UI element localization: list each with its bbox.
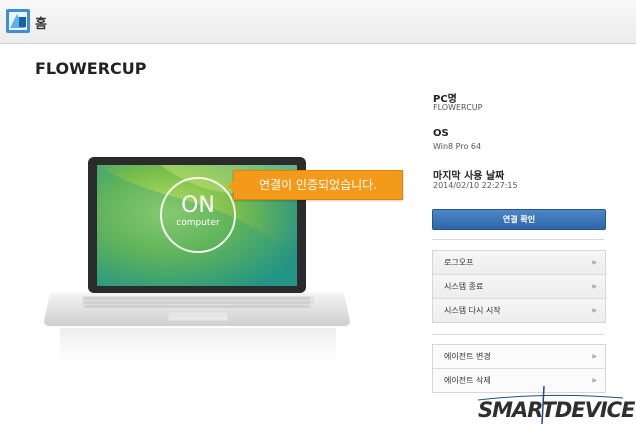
change-agent-label: 에이전트 변경: [444, 352, 491, 361]
last-used-label: 마지막 사용 날짜: [433, 171, 505, 182]
logoff-label: 로그오프: [444, 258, 474, 267]
change-agent-item[interactable]: 에이전트 변경 ▶: [433, 345, 605, 368]
home-title: 홈: [35, 17, 47, 32]
shutdown-item[interactable]: 시스템 종료 ▶: [433, 274, 605, 298]
top-bar: 홈: [0, 0, 636, 44]
logoff-item[interactable]: 로그오프 ▶: [433, 251, 605, 274]
on-status-circle: ON computer: [160, 177, 236, 253]
chevron-right-icon: ▶: [592, 353, 597, 360]
computer-label: computer: [176, 218, 220, 228]
connect-check-button[interactable]: 연결 확인: [432, 209, 606, 230]
power-menu: 로그오프 ▶ 시스템 종료 ▶ 시스템 다시 시작 ▶: [432, 250, 606, 323]
chevron-right-icon: ▶: [592, 259, 597, 266]
device-name-title: FLOWERCUP: [35, 59, 147, 78]
logo-text: SMARTDEVICE: [478, 398, 635, 422]
restart-label: 시스템 다시 시작: [444, 306, 501, 315]
last-used-value: 2014/02/10 22:27:15: [433, 181, 518, 190]
divider: [432, 334, 604, 335]
os-label: OS: [433, 128, 449, 139]
pc-name-value: FLOWERCUP: [433, 103, 483, 112]
auth-success-tooltip: 연결이 인증되었습니다.: [227, 170, 403, 200]
restart-item[interactable]: 시스템 다시 시작 ▶: [433, 298, 605, 322]
smartdevice-logo: SMARTDEVICE: [478, 384, 635, 426]
app-icon[interactable]: [5, 8, 31, 34]
chevron-right-icon: ▶: [592, 283, 597, 290]
chevron-right-icon: ▶: [592, 307, 597, 314]
os-value: Win8 Pro 64: [433, 142, 482, 151]
divider: [432, 239, 604, 240]
shutdown-label: 시스템 종료: [444, 282, 484, 291]
on-status-text: ON: [181, 193, 215, 218]
